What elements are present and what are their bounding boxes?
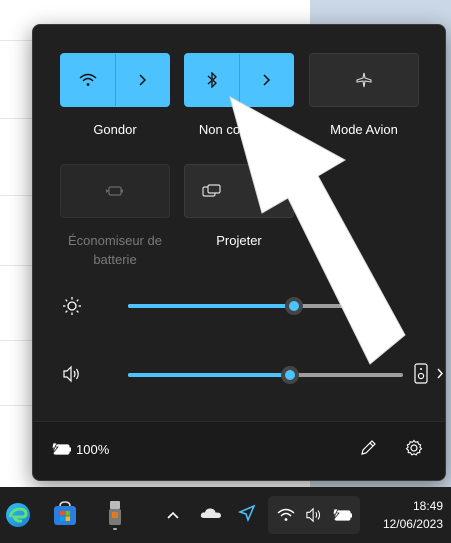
quick-settings-panel: Gondor Non connecté Mode Avion Économise… <box>32 24 446 481</box>
volume-slider-row <box>58 363 443 388</box>
wifi-icon <box>79 73 97 87</box>
wifi-toggle-button[interactable] <box>61 54 115 106</box>
onedrive-icon[interactable] <box>200 506 222 524</box>
taskbar-clock[interactable]: 18:49 12/06/2023 <box>383 497 443 533</box>
project-tile-label: Projeter <box>216 233 262 248</box>
gear-icon <box>405 439 423 461</box>
battery-saver-tile-label: Économiseur de batterie <box>68 233 162 267</box>
system-tray-quick-settings-button[interactable] <box>268 496 360 534</box>
volume-slider-thumb[interactable] <box>281 366 300 384</box>
audio-output-button[interactable] <box>414 363 445 390</box>
airplane-icon <box>355 71 373 89</box>
airplane-mode-button[interactable] <box>309 53 419 107</box>
brightness-slider-thumb[interactable] <box>284 297 303 315</box>
edge-icon[interactable] <box>4 501 32 534</box>
bluetooth-toggle-button[interactable] <box>185 54 239 106</box>
chevron-right-icon <box>261 185 271 197</box>
project-expand-button[interactable] <box>239 165 293 217</box>
airplane-tile-label: Mode Avion <box>330 122 398 137</box>
speaker-device-icon <box>414 363 445 389</box>
brightness-slider[interactable] <box>128 297 363 315</box>
brightness-slider-row <box>58 294 438 318</box>
wifi-tile-label: Gondor <box>93 122 137 137</box>
wifi-icon <box>277 508 295 527</box>
project-button[interactable] <box>185 165 239 217</box>
bluetooth-expand-button[interactable] <box>240 54 294 106</box>
volume-slider[interactable] <box>128 366 403 384</box>
taskbar: 18:49 12/06/2023 <box>0 487 451 543</box>
wifi-expand-button[interactable] <box>116 54 170 106</box>
all-settings-button[interactable] <box>405 439 423 462</box>
brightness-slider-fill <box>128 304 294 308</box>
cast-icon <box>202 184 222 198</box>
battery-percentage[interactable]: 100% <box>76 442 109 457</box>
quick-settings-footer: 100% <box>33 421 445 480</box>
battery-charging-icon[interactable] <box>51 441 73 462</box>
battery-saver-button[interactable] <box>60 164 170 218</box>
project-tile <box>184 164 294 218</box>
bluetooth-icon <box>206 72 218 88</box>
speaker-icon <box>304 507 324 528</box>
location-icon[interactable] <box>237 504 256 527</box>
bluetooth-tile <box>184 53 294 107</box>
volume-slider-fill <box>128 373 291 377</box>
edit-quick-settings-button[interactable] <box>359 439 377 462</box>
brightness-icon <box>62 296 82 321</box>
clock-date: 12/06/2023 <box>382 517 443 531</box>
chevron-up-icon[interactable] <box>166 507 180 525</box>
clock-time: 18:49 <box>412 499 443 513</box>
wifi-tile <box>60 53 170 107</box>
battery-saver-icon <box>105 184 125 198</box>
battery-icon <box>332 507 354 528</box>
store-icon[interactable] <box>52 501 78 532</box>
pencil-icon <box>359 440 377 461</box>
chevron-right-icon <box>137 74 147 86</box>
chevron-right-icon <box>261 74 271 86</box>
speaker-icon[interactable] <box>62 365 82 388</box>
bluetooth-tile-label: Non connecté <box>198 122 280 137</box>
usb-device-icon[interactable] <box>104 499 126 536</box>
